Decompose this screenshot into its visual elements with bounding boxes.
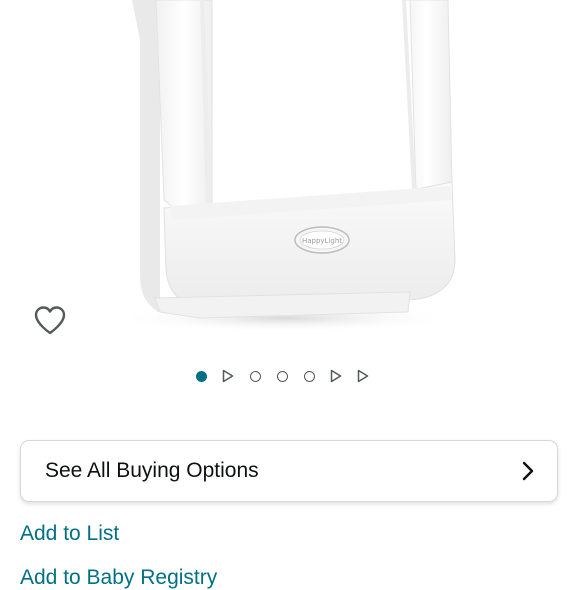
play-icon — [357, 369, 369, 383]
carousel-video-indicator[interactable] — [329, 369, 343, 383]
product-logo-text: HappyLight — [302, 237, 342, 245]
wishlist-heart-button[interactable] — [30, 300, 70, 340]
carousel-indicator[interactable] — [248, 369, 262, 383]
carousel-video-indicator[interactable] — [221, 369, 235, 383]
dot-icon — [249, 370, 261, 382]
carousel-indicators — [0, 368, 572, 384]
add-to-baby-registry-link[interactable]: Add to Baby Registry — [20, 566, 217, 590]
dot-icon — [276, 370, 288, 382]
see-all-buying-options-button[interactable]: See All Buying Options — [20, 440, 558, 502]
carousel-indicator[interactable] — [275, 369, 289, 383]
carousel-indicator-active[interactable] — [194, 369, 208, 383]
carousel-video-indicator[interactable] — [356, 369, 370, 383]
product-image[interactable]: HappyLight — [0, 0, 580, 345]
dot-icon — [195, 370, 207, 382]
light-therapy-lamp-image: HappyLight — [115, 0, 456, 332]
add-to-list-link[interactable]: Add to List — [20, 522, 119, 546]
heart-outline-icon — [34, 306, 66, 335]
play-icon — [222, 369, 234, 383]
carousel-indicator[interactable] — [302, 369, 316, 383]
dot-icon — [303, 370, 315, 382]
buying-options-label: See All Buying Options — [45, 459, 259, 482]
play-icon — [330, 369, 342, 383]
chevron-right-icon — [522, 461, 534, 481]
